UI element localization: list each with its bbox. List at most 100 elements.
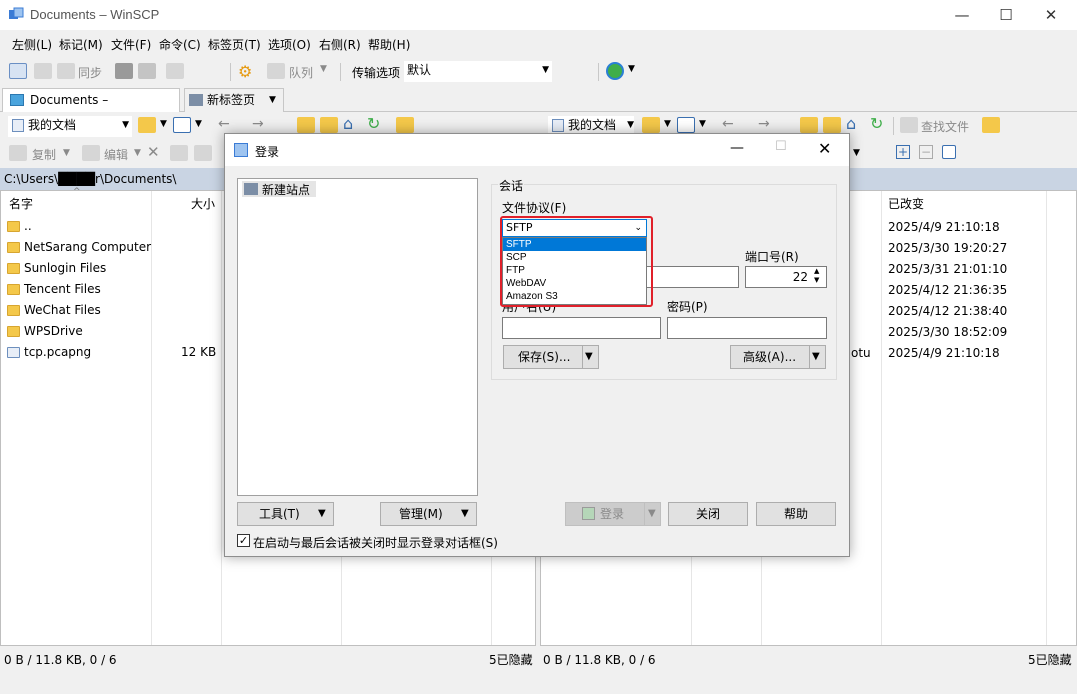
sync-icon[interactable]	[57, 63, 75, 79]
show-login-checkbox-label[interactable]: 在启动与最后会话被关闭时显示登录对话框(S)	[253, 534, 498, 551]
login-button[interactable]: 登录 ▼	[565, 502, 661, 526]
save-button[interactable]: 保存(S)... ▼	[503, 345, 599, 369]
edit-icon[interactable]	[82, 145, 100, 161]
tools-button[interactable]: 工具(T) ▼	[237, 502, 334, 526]
maximize-button[interactable]: ☐	[983, 0, 1029, 30]
close-button[interactable]: 关闭	[668, 502, 748, 526]
menu-files[interactable]: 文件(F)	[111, 36, 151, 53]
close-window-button[interactable]: ✕	[1028, 0, 1074, 30]
rename-icon[interactable]	[170, 145, 188, 161]
login-dropdown-icon[interactable]: ▼	[644, 503, 656, 525]
file-row[interactable]: WPSDrive	[7, 321, 83, 342]
chevron-down-icon[interactable]: ▼	[664, 119, 671, 129]
new-site-item[interactable]: 新建站点	[242, 181, 316, 197]
show-login-checkbox[interactable]: ✓	[237, 534, 250, 547]
home-icon[interactable]: ⌂	[343, 114, 353, 133]
preferences-icon[interactable]	[166, 63, 184, 79]
root-dir-icon[interactable]	[320, 117, 338, 133]
console-icon[interactable]	[115, 63, 133, 79]
copy-dropdown-icon[interactable]: ▼	[63, 148, 70, 158]
password-field[interactable]	[667, 317, 827, 339]
parent-dir-icon[interactable]	[800, 117, 818, 133]
save-dropdown-icon[interactable]: ▼	[582, 346, 593, 368]
bookmark-icon[interactable]	[982, 117, 1000, 133]
filter-icon[interactable]	[173, 117, 191, 133]
left-location-select[interactable]: 我的文档 ▼	[8, 116, 132, 137]
copy-label[interactable]: 复制	[32, 146, 56, 163]
compare-directories-icon[interactable]	[9, 63, 27, 79]
menu-help[interactable]: 帮助(H)	[368, 36, 410, 53]
properties-icon[interactable]	[194, 145, 212, 161]
queue-dropdown-icon[interactable]: ▼	[320, 64, 327, 74]
tab-documents[interactable]: Documents – Documents	[2, 88, 180, 129]
file-row[interactable]: Sunlogin Files	[7, 258, 106, 279]
refresh-icon[interactable]: ↻	[870, 114, 883, 133]
open-folder-icon[interactable]	[642, 117, 660, 133]
tab-new[interactable]: 新标签页 ▼	[184, 88, 284, 112]
dialog-maximize-button[interactable]: ☐	[775, 139, 787, 154]
manage-button[interactable]: 管理(M) ▼	[380, 502, 477, 526]
filter-icon[interactable]	[677, 117, 695, 133]
file-row[interactable]: ..	[7, 216, 32, 237]
chevron-down-icon[interactable]: ▼	[160, 119, 167, 129]
dialog-close-button[interactable]: ✕	[818, 139, 831, 158]
back-arrow-icon[interactable]: ←	[218, 116, 230, 132]
date-cell: 2025/3/30 18:52:09	[888, 325, 1008, 339]
menu-left[interactable]: 左侧(L)	[12, 36, 52, 53]
right-status-hidden[interactable]: 5已隐藏	[1028, 650, 1072, 670]
queue-icon[interactable]	[267, 63, 285, 79]
column-header-name[interactable]: 名字	[9, 195, 33, 212]
root-dir-icon[interactable]	[823, 117, 841, 133]
parent-dir-icon[interactable]	[297, 117, 315, 133]
column-header-changed[interactable]: 已改变	[888, 195, 924, 212]
filter-icon[interactable]	[942, 145, 956, 159]
copy-icon[interactable]	[9, 145, 27, 161]
sort-ascending-icon: ^	[73, 187, 81, 197]
port-spinner-icon[interactable]: ▲ ▼	[814, 267, 819, 285]
left-status-hidden[interactable]: 5已隐藏	[489, 650, 533, 670]
chevron-down-icon[interactable]: ▼	[853, 148, 860, 158]
chevron-down-icon[interactable]: ▼	[195, 119, 202, 129]
sync-label[interactable]: 同步	[78, 64, 102, 81]
synchronize-browsing-icon[interactable]	[34, 63, 52, 79]
putty-icon[interactable]	[138, 63, 156, 79]
dialog-minimize-button[interactable]: —	[730, 140, 744, 156]
minus-icon[interactable]: −	[919, 145, 933, 159]
home-icon[interactable]: ⌂	[846, 114, 856, 133]
tab-new-dropdown-icon[interactable]: ▼	[269, 89, 276, 111]
help-button[interactable]: 帮助	[756, 502, 836, 526]
refresh-icon[interactable]: ↻	[367, 114, 380, 133]
edit-label[interactable]: 编辑	[104, 146, 128, 163]
left-path[interactable]: C:\Users\████r\Documents\	[4, 172, 176, 186]
transfer-settings-select[interactable]: 默认 ▼	[404, 61, 552, 82]
advanced-button[interactable]: 高级(A)... ▼	[730, 345, 826, 369]
menu-right[interactable]: 右侧(R)	[319, 36, 361, 53]
file-row[interactable]: Tencent Files	[7, 279, 101, 300]
delete-icon[interactable]: ✕	[147, 143, 160, 161]
find-files-label[interactable]: 查找文件	[921, 118, 969, 135]
advanced-dropdown-icon[interactable]: ▼	[809, 346, 820, 368]
edit-dropdown-icon[interactable]: ▼	[134, 148, 141, 158]
forward-arrow-icon[interactable]: →	[758, 116, 770, 132]
sync-globe-icon[interactable]	[606, 62, 624, 80]
column-header-size[interactable]: 大小	[191, 195, 215, 212]
back-arrow-icon[interactable]: ←	[722, 116, 734, 132]
open-folder-icon[interactable]	[138, 117, 156, 133]
queue-label[interactable]: 队列	[289, 64, 313, 81]
file-row[interactable]: NetSarang Computer	[7, 237, 151, 258]
file-row[interactable]: WeChat Files	[7, 300, 101, 321]
menu-commands[interactable]: 命令(C)	[159, 36, 201, 53]
menu-mark[interactable]: 标记(M)	[59, 36, 103, 53]
site-tree[interactable]: 新建站点	[237, 178, 478, 496]
username-field[interactable]	[502, 317, 661, 339]
forward-arrow-icon[interactable]: →	[252, 116, 264, 132]
minimize-button[interactable]: —	[939, 0, 985, 30]
globe-dropdown-icon[interactable]: ▼	[628, 64, 635, 74]
find-files-icon[interactable]	[900, 117, 918, 133]
bookmark-icon[interactable]	[396, 117, 414, 133]
menu-options[interactable]: 选项(O)	[268, 36, 311, 53]
menu-tabs[interactable]: 标签页(T)	[208, 36, 261, 53]
settings-gear-icon[interactable]: ⚙	[238, 62, 256, 81]
chevron-down-icon[interactable]: ▼	[699, 119, 706, 129]
plus-icon[interactable]: +	[896, 145, 910, 159]
